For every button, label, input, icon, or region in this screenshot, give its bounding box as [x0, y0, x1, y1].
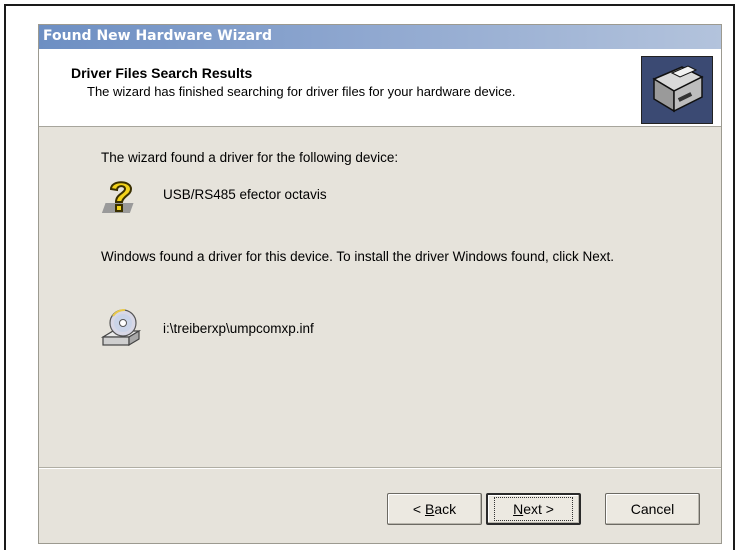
back-button-label: < Back — [412, 501, 457, 517]
device-name: USB/RS485 efector octavis — [163, 187, 327, 202]
title-bar[interactable]: Found New Hardware Wizard — [39, 25, 721, 49]
found-driver-text: The wizard found a driver for the follow… — [101, 150, 399, 165]
back-button[interactable]: < Back — [387, 493, 482, 525]
footer-divider — [39, 467, 721, 469]
wizard-dialog: Found New Hardware Wizard Driver Files S… — [38, 24, 722, 544]
cancel-button[interactable]: Cancel — [605, 493, 700, 525]
next-button-label: Next > — [494, 497, 573, 521]
cd-drive-icon — [99, 307, 145, 354]
driver-file-path: i:\treiberxp\umpcomxp.inf — [163, 321, 314, 336]
wizard-header: Driver Files Search Results The wizard h… — [39, 49, 721, 127]
window-title: Found New Hardware Wizard — [43, 28, 272, 44]
hardware-wizard-icon — [641, 56, 713, 124]
instruction-text: Windows found a driver for this device. … — [101, 249, 614, 264]
unknown-device-question-icon — [101, 177, 147, 222]
page-subtitle: The wizard has finished searching for dr… — [87, 84, 516, 99]
page-title: Driver Files Search Results — [71, 65, 253, 81]
next-button[interactable]: Next > — [486, 493, 581, 525]
